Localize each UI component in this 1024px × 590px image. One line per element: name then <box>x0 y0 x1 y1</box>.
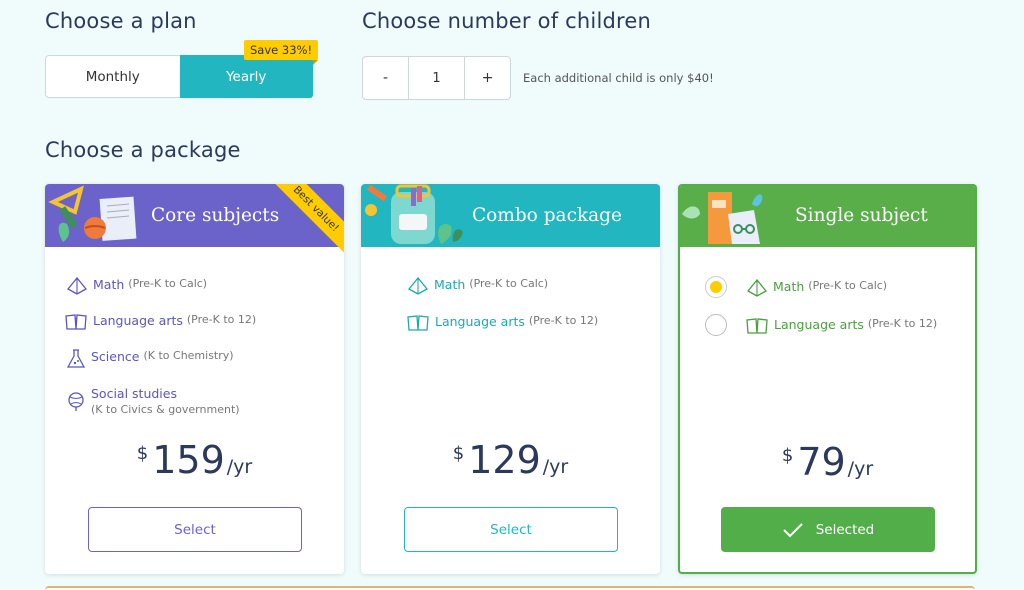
children-stepper: - 1 + <box>362 56 511 100</box>
package-heading: Choose a package <box>45 138 241 162</box>
radio-language-arts[interactable] <box>705 314 727 336</box>
math-pyramid-icon <box>747 279 767 297</box>
subject-name: Language arts <box>774 317 864 332</box>
price-currency: $ <box>452 443 465 464</box>
next-section-edge <box>45 586 975 590</box>
subject-name: Science <box>91 349 140 364</box>
selected-button-label: Selected <box>815 521 875 538</box>
package-card-core[interactable]: Core subjects Best value! Math (Pre-K to… <box>45 184 344 574</box>
single-subject-illustration <box>682 192 763 244</box>
select-button-label: Select <box>174 521 216 538</box>
subject-item-math: Math (Pre-K to Calc) <box>408 277 548 295</box>
book-icon <box>407 315 429 331</box>
price-amount: 79 <box>797 440 846 484</box>
subject-item-social-studies: Social studies (K to Civics & government… <box>67 386 240 416</box>
book-icon <box>65 314 87 330</box>
checkmark-icon <box>782 522 804 538</box>
children-heading: Choose number of children <box>362 9 652 33</box>
subject-item-language-arts: Language arts (Pre-K to 12) <box>65 313 256 331</box>
card-title: Single subject <box>795 205 928 226</box>
card-title: Core subjects <box>151 205 280 226</box>
subject-range: (Pre-K to 12) <box>528 314 599 327</box>
plan-heading: Choose a plan <box>45 9 197 33</box>
radio-math[interactable] <box>705 276 727 298</box>
price-currency: $ <box>781 445 794 466</box>
package-card-single[interactable]: Single subject Math (Pre-K to Calc) Lang… <box>678 184 977 574</box>
price: $ 159 /yr <box>45 438 344 482</box>
price-period: /yr <box>542 456 569 478</box>
combo-package-illustration <box>365 184 463 244</box>
plan-option-monthly[interactable]: Monthly <box>46 56 180 97</box>
subject-range: (K to Chemistry) <box>143 349 234 362</box>
subject-range: (Pre-K to Calc) <box>808 279 888 292</box>
decrement-button[interactable]: - <box>363 57 408 99</box>
plan-toggle: Monthly Yearly <box>45 55 313 98</box>
select-button-label: Select <box>490 521 532 538</box>
math-pyramid-icon <box>408 277 428 295</box>
additional-child-note: Each additional child is only $40! <box>523 71 714 85</box>
math-pyramid-icon <box>67 277 87 295</box>
subject-range: (Pre-K to Calc) <box>469 277 549 290</box>
best-value-ribbon: Best value! <box>268 184 344 257</box>
subject-range: (Pre-K to 12) <box>186 313 257 326</box>
price-period: /yr <box>226 456 253 478</box>
price-amount: 129 <box>468 438 541 482</box>
package-card-combo[interactable]: Combo package Math (Pre-K to Calc) Langu… <box>361 184 660 574</box>
core-subjects-illustration <box>48 185 137 242</box>
subject-name: Language arts <box>93 313 183 328</box>
subject-item-language-arts: Language arts (Pre-K to 12) <box>407 314 598 332</box>
card-header: Single subject <box>680 186 975 247</box>
flask-icon <box>67 349 85 368</box>
subject-item-science: Science (K to Chemistry) <box>67 349 234 369</box>
select-button[interactable]: Select <box>88 507 302 552</box>
globe-icon <box>68 392 84 411</box>
subject-range: (Pre-K to 12) <box>867 317 938 330</box>
select-button[interactable]: Select <box>404 507 618 552</box>
save-badge: Save 33%! <box>244 40 319 65</box>
price: $ 79 /yr <box>680 440 975 484</box>
subject-range: (K to Civics & government) <box>91 403 240 416</box>
subject-name: Social studies <box>91 386 177 401</box>
subject-name: Math <box>773 279 805 294</box>
increment-button[interactable]: + <box>465 57 510 99</box>
price-period: /yr <box>847 458 874 480</box>
card-header: Core subjects Best value! <box>45 184 344 257</box>
book-icon <box>746 318 768 334</box>
subject-item-language-arts: Language arts (Pre-K to 12) <box>746 317 937 335</box>
price: $ 129 /yr <box>361 438 660 482</box>
subject-item-math: Math (Pre-K to Calc) <box>67 277 207 295</box>
card-header: Combo package <box>361 184 660 247</box>
subject-name: Language arts <box>435 314 525 329</box>
subject-range: (Pre-K to Calc) <box>128 277 208 290</box>
subject-name: Math <box>434 277 466 292</box>
price-amount: 159 <box>152 438 225 482</box>
subject-name: Math <box>93 277 125 292</box>
subject-item-math: Math (Pre-K to Calc) <box>747 279 887 297</box>
card-title: Combo package <box>472 205 622 226</box>
price-currency: $ <box>136 443 149 464</box>
children-count[interactable]: 1 <box>408 57 465 99</box>
plan-option-yearly[interactable]: Yearly <box>179 55 313 98</box>
selected-button[interactable]: Selected <box>721 507 935 552</box>
